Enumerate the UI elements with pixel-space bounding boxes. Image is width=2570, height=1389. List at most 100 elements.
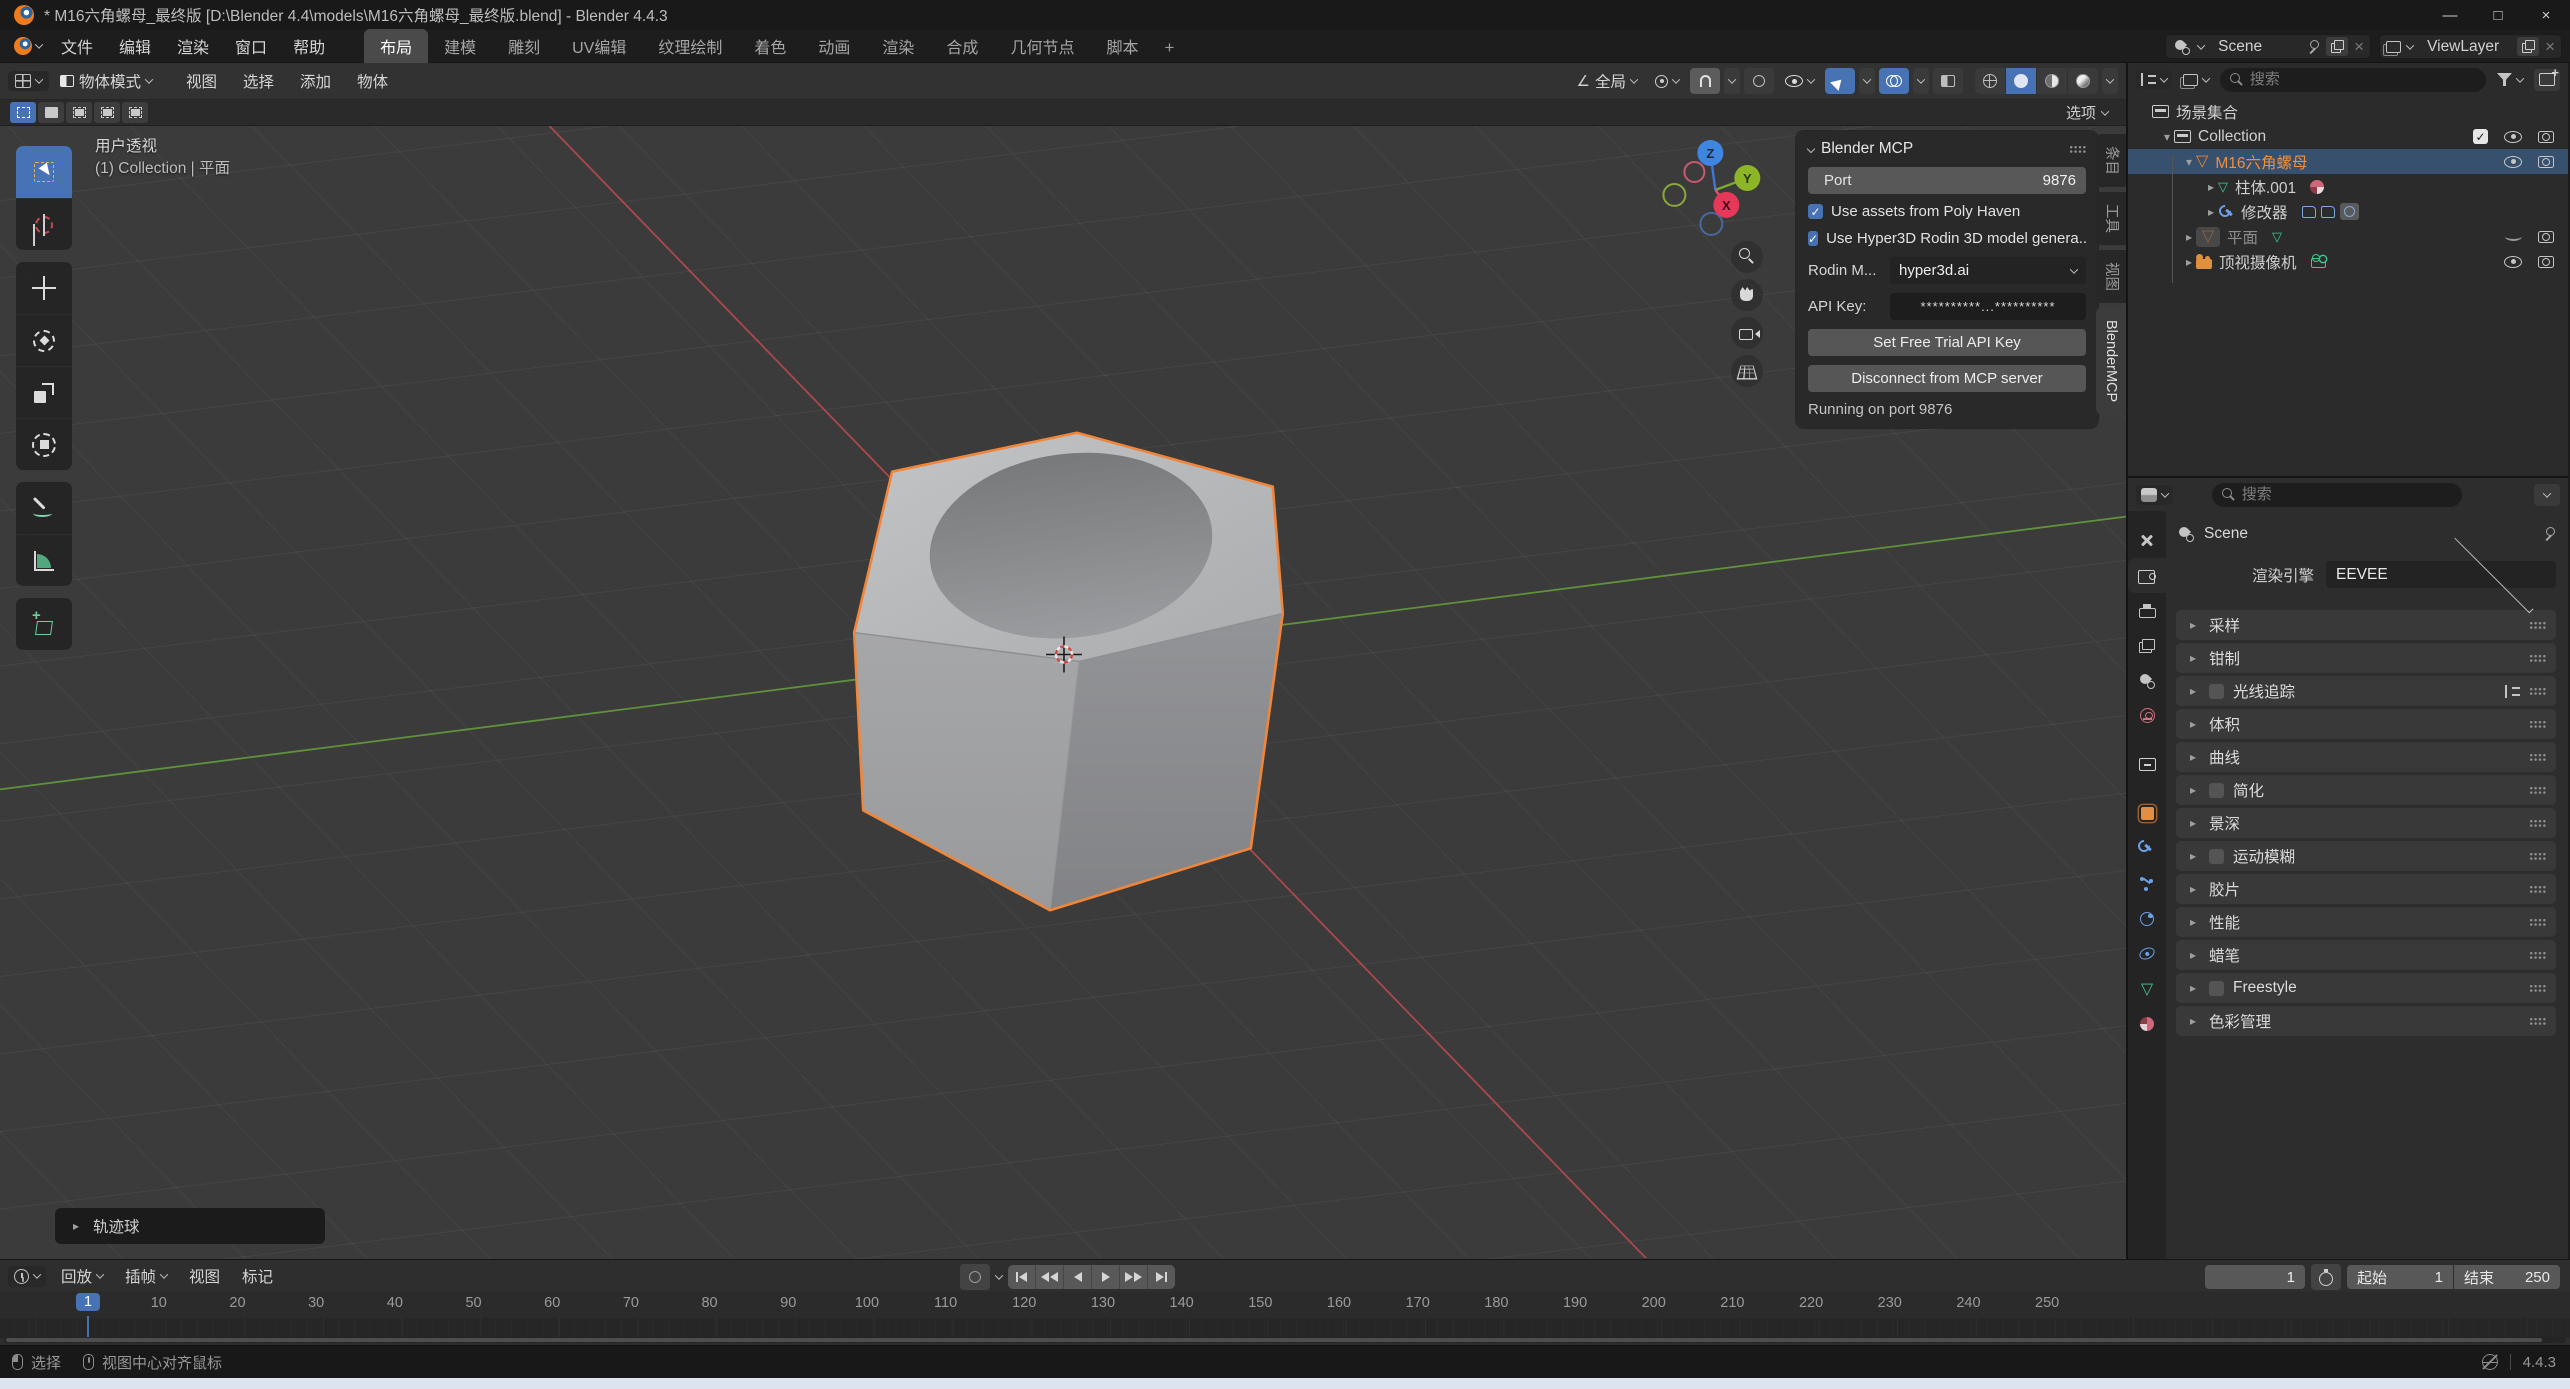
section-checkbox[interactable] xyxy=(2209,981,2224,996)
outliner-search[interactable] xyxy=(2220,68,2486,92)
outliner-row[interactable]: ▸平面 xyxy=(2128,224,2568,249)
camera-icon[interactable] xyxy=(2538,156,2554,168)
outliner-filter-button[interactable] xyxy=(2492,70,2528,89)
outliner-row[interactable]: ▸顶视摄像机 xyxy=(2128,249,2568,274)
frame-tick[interactable]: 1 xyxy=(76,1293,100,1311)
frame-tick[interactable]: 40 xyxy=(387,1295,403,1311)
timeline-editor-type-button[interactable] xyxy=(8,1266,46,1287)
bevel-icon[interactable] xyxy=(2302,206,2316,218)
tool-cursor[interactable] xyxy=(16,198,72,250)
frame-tick[interactable]: 200 xyxy=(1642,1295,1666,1311)
camera-icon[interactable] xyxy=(2538,231,2554,243)
outliner-row[interactable]: ▾Collection xyxy=(2128,124,2568,149)
frame-tick[interactable]: 50 xyxy=(465,1295,481,1311)
xray-toggle[interactable] xyxy=(1933,68,1963,94)
properties-search[interactable] xyxy=(2212,483,2462,507)
properties-tab-view-layer[interactable] xyxy=(2128,628,2166,663)
grip-icon[interactable] xyxy=(2529,885,2546,893)
expand-icon[interactable]: ▸ xyxy=(2186,783,2200,797)
jump-end-button[interactable] xyxy=(1148,1265,1175,1289)
outliner-editor-type-button[interactable] xyxy=(2136,70,2172,89)
properties-section[interactable]: ▸光线追踪 xyxy=(2176,676,2556,706)
scene-selector[interactable]: Scene xyxy=(2165,34,2371,59)
select-mode-invert[interactable] xyxy=(94,102,120,123)
set-trial-api-key-button[interactable]: Set Free Trial API Key xyxy=(1808,329,2086,356)
properties-section[interactable]: ▸性能 xyxy=(2176,907,2556,937)
outliner-display-mode[interactable] xyxy=(2178,71,2214,89)
expand-icon[interactable]: ▸ xyxy=(2186,717,2200,731)
jump-start-button[interactable] xyxy=(1008,1265,1035,1289)
delete-scene-icon[interactable] xyxy=(2354,38,2364,55)
properties-tab-constraints[interactable] xyxy=(2128,936,2166,971)
menubar-menu[interactable]: 文件 xyxy=(48,30,106,62)
pin-icon[interactable] xyxy=(2544,527,2556,541)
rodin-mode-dropdown[interactable]: hyper3d.ai xyxy=(1890,257,2086,284)
start-frame-field[interactable]: 起始 1 xyxy=(2347,1265,2453,1289)
grip-icon[interactable] xyxy=(2529,786,2546,794)
select-mode-intersect[interactable] xyxy=(122,102,148,123)
section-checkbox[interactable] xyxy=(2209,684,2224,699)
frame-tick[interactable]: 170 xyxy=(1406,1295,1430,1311)
workspace-tab[interactable]: 动画 xyxy=(802,29,866,63)
section-checkbox[interactable] xyxy=(2209,849,2224,864)
eye-icon[interactable] xyxy=(2504,156,2522,168)
properties-section[interactable]: ▸采样 xyxy=(2176,610,2556,640)
expand-icon[interactable]: ▸ xyxy=(2186,915,2200,929)
scrollbar-thumb[interactable] xyxy=(6,1338,2542,1342)
shading-wireframe-button[interactable] xyxy=(1975,68,2005,94)
gizmo-neg-x[interactable] xyxy=(1684,162,1704,182)
camera-icon[interactable] xyxy=(2538,131,2554,143)
checkbox-icon[interactable] xyxy=(2473,129,2488,144)
sidebar-tab-视图[interactable]: 视图 xyxy=(2096,250,2126,303)
zoom-button[interactable] xyxy=(1731,241,1763,273)
camera-data-icon[interactable] xyxy=(2311,258,2326,268)
frame-tick[interactable]: 210 xyxy=(1720,1295,1744,1311)
grip-icon[interactable] xyxy=(2529,753,2546,761)
timeline-track[interactable] xyxy=(0,1318,2570,1338)
render-engine-dropdown[interactable]: EEVEE xyxy=(2326,561,2556,588)
tool-add-cube[interactable] xyxy=(16,598,72,650)
timeline-menu-视图[interactable]: 视图 xyxy=(178,1262,231,1290)
properties-section[interactable]: ▸景深 xyxy=(2176,808,2556,838)
eye-icon[interactable] xyxy=(2504,256,2522,268)
grip-icon[interactable] xyxy=(2529,621,2546,629)
viewport-menu[interactable]: 视图 xyxy=(173,66,230,96)
perspective-toggle-button[interactable] xyxy=(1731,355,1763,387)
outliner-row[interactable]: 场景集合 xyxy=(2128,99,2568,124)
grip-icon[interactable] xyxy=(2529,852,2546,860)
grip-icon[interactable] xyxy=(2529,687,2546,695)
transform-orientation-dropdown[interactable]: 全局 xyxy=(1570,67,1644,95)
new-viewlayer-button[interactable] xyxy=(2517,37,2539,56)
properties-section[interactable]: ▸色彩管理 xyxy=(2176,1006,2556,1036)
new-scene-button[interactable] xyxy=(2326,37,2348,56)
show-gizmo-toggle[interactable] xyxy=(1825,68,1855,94)
options-dropdown[interactable]: 选项 xyxy=(2058,100,2116,125)
pivot-point-dropdown[interactable] xyxy=(1648,72,1686,91)
properties-section[interactable]: ▸体积 xyxy=(2176,709,2556,739)
eye-icon[interactable] xyxy=(2504,131,2522,143)
show-overlays-toggle[interactable] xyxy=(1879,68,1909,94)
use-preview-range-toggle[interactable] xyxy=(2311,1264,2341,1290)
properties-options-button[interactable] xyxy=(2534,484,2560,506)
select-mode-set[interactable] xyxy=(10,102,36,123)
frame-tick[interactable]: 30 xyxy=(308,1295,324,1311)
expand-icon[interactable]: ▸ xyxy=(2186,981,2200,995)
visibility-dropdown[interactable] xyxy=(1778,72,1821,90)
expand-icon[interactable]: ▸ xyxy=(2186,750,2200,764)
outliner-row[interactable]: ▸修改器 xyxy=(2128,199,2568,224)
frame-tick[interactable]: 70 xyxy=(623,1295,639,1311)
properties-tab-scene[interactable] xyxy=(2128,663,2166,698)
tool-measure[interactable] xyxy=(16,534,72,586)
frame-tick[interactable]: 110 xyxy=(934,1295,957,1311)
outliner-row[interactable]: ▾M16六角螺母 xyxy=(2128,149,2568,174)
workspace-tab[interactable]: 纹理绘制 xyxy=(642,29,738,63)
snap-toggle[interactable] xyxy=(1690,68,1720,94)
frame-tick[interactable]: 190 xyxy=(1563,1295,1587,1311)
frame-tick[interactable]: 100 xyxy=(855,1295,879,1311)
hyper3d-checkbox-row[interactable]: Use Hyper3D Rodin 3D model genera... xyxy=(1808,230,2086,247)
tool-move[interactable] xyxy=(16,262,72,314)
gizmo-neg-y[interactable] xyxy=(1663,184,1685,206)
expand-icon[interactable]: ▸ xyxy=(2204,180,2218,194)
bevel-icon[interactable] xyxy=(2321,206,2335,218)
properties-tab-world[interactable] xyxy=(2128,698,2166,733)
